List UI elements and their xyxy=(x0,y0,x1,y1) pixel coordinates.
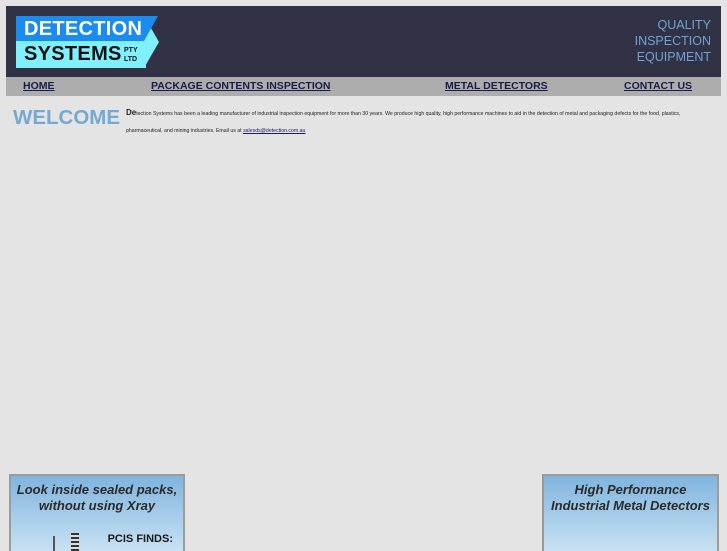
email-link[interactable]: salesds@detection.com.au xyxy=(243,128,305,134)
nav-metal-detectors[interactable]: METAL DETECTORS xyxy=(445,80,548,92)
pcis-finds-label: PCIS FINDS: xyxy=(107,533,173,545)
logo-text-systems: SYSTEMS xyxy=(24,43,122,65)
logo-pty-ltd: PTY LTD xyxy=(124,46,138,64)
logo-ltd: LTD xyxy=(124,56,138,63)
tagline-line: EQUIPMENT xyxy=(636,50,711,64)
logo-pty: PTY xyxy=(124,47,138,54)
company-logo[interactable]: DETECTION SYSTEMS PTY LTD xyxy=(16,16,159,68)
logo-text-detection: DETECTION xyxy=(24,18,143,40)
machine-image xyxy=(71,533,79,551)
machine-post-image xyxy=(53,536,55,551)
nav-package-contents-inspection[interactable]: PACKAGE CONTENTS INSPECTION xyxy=(151,80,330,92)
pcis-banner-title: Look inside sealed packs, without using … xyxy=(11,482,183,514)
pcis-banner[interactable]: Look inside sealed packs, without using … xyxy=(9,474,185,551)
pcis-banner-title-line: without using Xray xyxy=(38,498,156,513)
tagline: QUALITY INSPECTION EQUIPMENT xyxy=(635,17,711,65)
intro-text: tection Systems has been a leading manuf… xyxy=(126,111,681,134)
nav-contact-us[interactable]: CONTACT US xyxy=(624,80,692,92)
nav-home[interactable]: HOME xyxy=(23,80,55,92)
site-header: DETECTION SYSTEMS PTY LTD QUALITY INSPEC… xyxy=(6,6,721,77)
metal-detectors-banner-title-line: High Performance xyxy=(574,482,687,497)
metal-detectors-banner[interactable]: High Performance Industrial Metal Detect… xyxy=(542,474,719,551)
pcis-banner-title-line: Look inside sealed packs, xyxy=(16,482,178,497)
intro-drop-cap: De xyxy=(126,108,137,117)
intro-paragraph: Detection Systems has been a leading man… xyxy=(126,104,716,140)
main-nav: HOME PACKAGE CONTENTS INSPECTION METAL D… xyxy=(6,77,721,96)
metal-detectors-banner-title: High Performance Industrial Metal Detect… xyxy=(544,482,717,514)
tagline-line: QUALITY xyxy=(657,18,712,32)
logo-arrow-top-shape xyxy=(144,16,158,41)
welcome-heading: WELCOME xyxy=(13,106,121,129)
metal-detectors-banner-title-line: Industrial Metal Detectors xyxy=(551,498,710,513)
tagline-line: INSPECTION xyxy=(634,34,711,48)
